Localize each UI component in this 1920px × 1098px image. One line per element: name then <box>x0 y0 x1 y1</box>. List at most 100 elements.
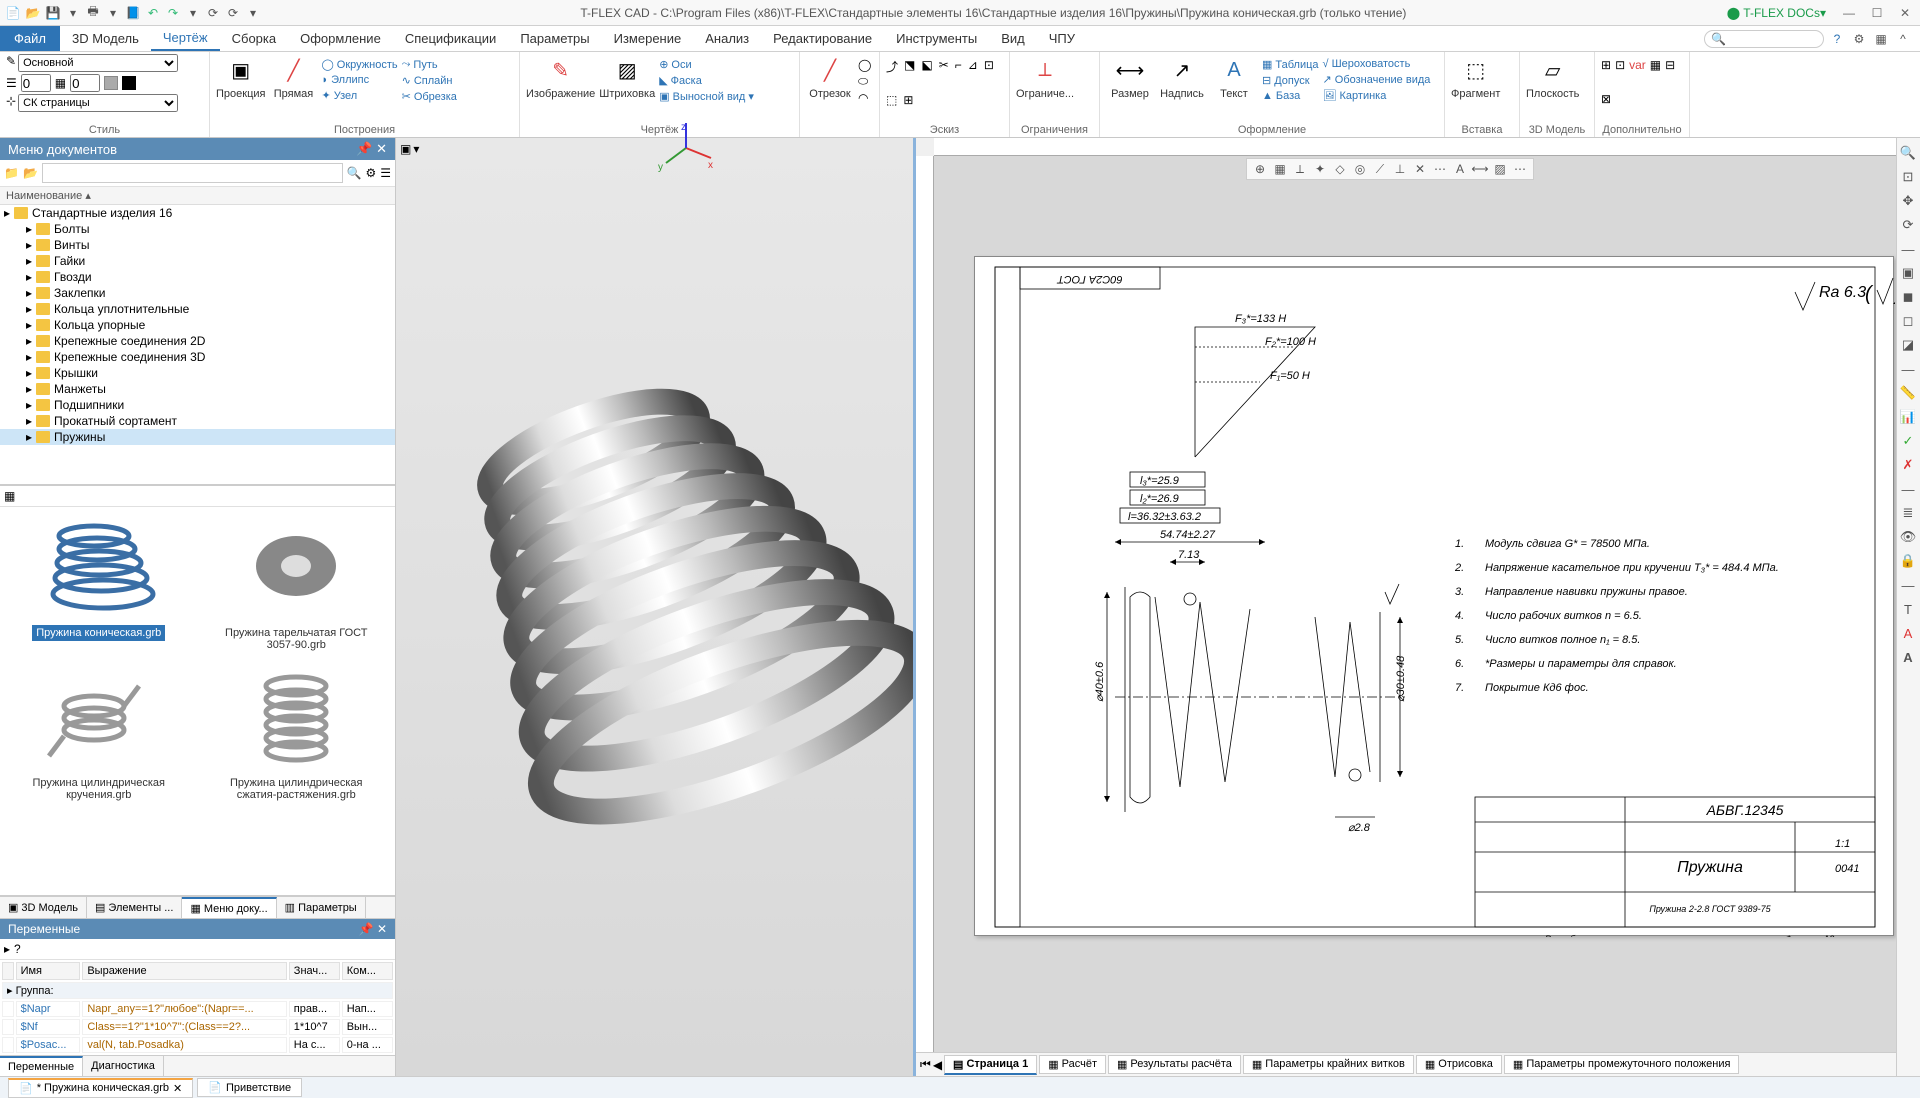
dwg-perp-icon[interactable]: ⊥ <box>1391 159 1409 179</box>
ptab-nav-first[interactable]: ⏮ <box>920 1057 931 1072</box>
menu-view[interactable]: Вид <box>989 26 1037 51</box>
projection-button[interactable]: ▣Проекция <box>216 54 265 100</box>
tree-item[interactable]: ▸Кольца уплотнительные <box>0 301 395 317</box>
color1-swatch[interactable] <box>104 76 118 90</box>
ellipse-button[interactable]: ◗ Эллипс <box>321 74 397 86</box>
ptab-nav-prev[interactable]: ◀ <box>933 1058 942 1072</box>
note-button[interactable]: ↗Надпись <box>1158 54 1206 100</box>
qat-customize-icon[interactable]: ▾ <box>244 4 262 22</box>
qat-undo-icon[interactable]: ↶ <box>144 4 162 22</box>
2d-viewport[interactable]: ⊕ ▦ ⟂ ✦ ◇ ◎ ⟋ ⊥ ✕ ⋯ A ⟷ ▨ ⋯ <box>916 138 1896 1076</box>
tree-item[interactable]: ▸Прокатный сортамент <box>0 413 395 429</box>
tree-item[interactable]: ▸Крышки <box>0 365 395 381</box>
settings-icon[interactable]: ⚙ <box>1850 30 1868 48</box>
hatch-icon[interactable]: ▦ <box>55 76 66 90</box>
plane-button[interactable]: ▱Плоскость <box>1526 54 1579 100</box>
qat-refresh-icon[interactable]: ⟳ <box>204 4 222 22</box>
sketch-icon2[interactable]: ⬭ <box>858 74 871 89</box>
tree-search-input[interactable] <box>42 163 343 183</box>
ptab-edgecoils[interactable]: ▦ Параметры крайних витков <box>1243 1055 1414 1074</box>
pin-icon[interactable]: 📌 <box>359 922 374 936</box>
list-icon[interactable]: ☰ <box>380 166 391 180</box>
rt-rotate-icon[interactable]: ⟳ <box>1897 214 1919 236</box>
menu-params[interactable]: Параметры <box>508 26 601 51</box>
extview-button[interactable]: ▣ Выносной вид ▾ <box>659 90 754 103</box>
qat-new-icon[interactable]: 📄 <box>4 4 22 22</box>
rt-text-icon[interactable]: T <box>1897 598 1919 620</box>
tree-item[interactable]: ▸Пружины <box>0 429 395 445</box>
rt-visibility-icon[interactable]: 👁 <box>1897 526 1919 548</box>
preview-mode-icon[interactable]: ▦ <box>4 489 15 503</box>
dwg-center-icon[interactable]: ◎ <box>1351 159 1369 179</box>
esk-icon[interactable]: ⊡ <box>984 58 994 72</box>
document-tree[interactable]: ▸Стандартные изделия 16 ▸Болты▸Винты▸Гай… <box>0 205 395 485</box>
hatch-input[interactable] <box>70 74 100 92</box>
btab-docmenu[interactable]: ▦ Меню доку... <box>182 897 276 918</box>
search-input[interactable]: 🔍 <box>1704 30 1824 48</box>
btab-elements[interactable]: ▤ Элементы ... <box>87 897 182 918</box>
rt-bold-icon[interactable]: A <box>1897 646 1919 668</box>
style-select[interactable]: Основной <box>18 54 178 72</box>
collapse-ribbon-icon[interactable]: ^ <box>1894 30 1912 48</box>
qat-print-icon[interactable]: 🖶 <box>84 4 102 22</box>
tree-item[interactable]: ▸Гайки <box>0 253 395 269</box>
menu-analysis[interactable]: Анализ <box>693 26 761 51</box>
cs-select[interactable]: СК страницы <box>18 94 178 112</box>
dwg-mid-icon[interactable]: ◇ <box>1331 159 1349 179</box>
rt-section-icon[interactable]: ◪ <box>1897 334 1919 356</box>
var-row[interactable]: $NfClass==1?"1*10^7":(Class==2?...1*10^7… <box>2 1019 393 1035</box>
doctab-welcome[interactable]: 📄 Приветствие <box>197 1078 302 1097</box>
dwg-int-icon[interactable]: ✕ <box>1411 159 1429 179</box>
rt-font-icon[interactable]: A <box>1897 622 1919 644</box>
view3d-opt-icon[interactable]: ▾ <box>413 142 419 156</box>
extra-icon[interactable]: ⊠ <box>1601 92 1611 106</box>
picture-button[interactable]: 🖼 Картинка <box>1323 89 1431 102</box>
qat-dropdown-icon[interactable]: ▾ <box>184 4 202 22</box>
3d-viewport[interactable]: ▣▾ <box>396 138 916 1076</box>
rt-layers-icon[interactable]: ≣ <box>1897 502 1919 524</box>
extra-icon[interactable]: ⊟ <box>1665 58 1675 72</box>
preview-conical-spring[interactable]: Пружина коническая.grb <box>14 511 184 653</box>
linewidth-icon[interactable]: ☰ <box>6 76 17 90</box>
tolerance-button[interactable]: ⊟ Допуск <box>1262 74 1319 87</box>
var-row[interactable]: $Posac...val(N, tab.Posadka)На с...0-на … <box>2 1037 393 1053</box>
extra-icon[interactable]: ⊡ <box>1615 58 1625 72</box>
tree-item[interactable]: ▸Подшипники <box>0 397 395 413</box>
qat-whatsnew-icon[interactable]: 📘 <box>124 4 142 22</box>
tree-item[interactable]: ▸Винты <box>0 237 395 253</box>
rt-zoom-icon[interactable]: 🔍 <box>1897 142 1919 164</box>
qat-preview-icon[interactable]: ▾ <box>104 4 122 22</box>
column-header[interactable]: Наименование ▴ <box>0 187 395 205</box>
dwg-grid-icon[interactable]: ▦ <box>1271 159 1289 179</box>
doctab-spring[interactable]: 📄 * Пружина коническая.grb ✕ <box>8 1078 193 1098</box>
esk-icon[interactable]: ⬔ <box>904 58 915 72</box>
image-button[interactable]: ✎Изображение <box>526 54 595 100</box>
extra-var-icon[interactable]: var <box>1629 58 1646 72</box>
rt-wireframe-icon[interactable]: ▣ <box>1897 262 1919 284</box>
tree-item[interactable]: ▸Крепежные соединения 2D <box>0 333 395 349</box>
menu-drawing[interactable]: Чертёж <box>151 26 220 51</box>
file-tab[interactable]: Файл <box>0 26 60 51</box>
style-pen-icon[interactable]: ✎ <box>6 54 16 72</box>
ptab-intermediate[interactable]: ▦ Параметры промежуточного положения <box>1504 1055 1740 1074</box>
chamfer-button[interactable]: ◣ Фаска <box>659 74 754 87</box>
ptab-calc[interactable]: ▦ Расчёт <box>1039 1055 1106 1074</box>
cs-icon[interactable]: ⊹ <box>6 94 16 112</box>
esk-icon[interactable]: ⬕ <box>921 58 932 72</box>
esk-icon[interactable]: ⊿ <box>968 58 978 72</box>
menu-measure[interactable]: Измерение <box>602 26 694 51</box>
extra-icon[interactable]: ▦ <box>1650 58 1661 72</box>
view3d-mode-icon[interactable]: ▣ <box>400 142 411 156</box>
dwg-more-icon[interactable]: ⋯ <box>1511 159 1529 179</box>
rt-measure-icon[interactable]: 📏 <box>1897 382 1919 404</box>
menu-tools[interactable]: Инструменты <box>884 26 989 51</box>
var-toolbtn[interactable]: ? <box>14 942 21 956</box>
qat-saveas-icon[interactable]: ▾ <box>64 4 82 22</box>
segment-button[interactable]: ╱Отрезок <box>806 54 854 100</box>
btab-diagnostics[interactable]: Диагностика <box>83 1056 164 1076</box>
color2-swatch[interactable] <box>122 76 136 90</box>
help-icon[interactable]: ? <box>1828 30 1846 48</box>
viewdesig-button[interactable]: ↗ Обозначение вида <box>1323 73 1431 86</box>
tflex-docs-button[interactable]: ⬤ T-FLEX DOCs▾ <box>1721 6 1832 20</box>
rt-check-icon[interactable]: ✓ <box>1897 430 1919 452</box>
